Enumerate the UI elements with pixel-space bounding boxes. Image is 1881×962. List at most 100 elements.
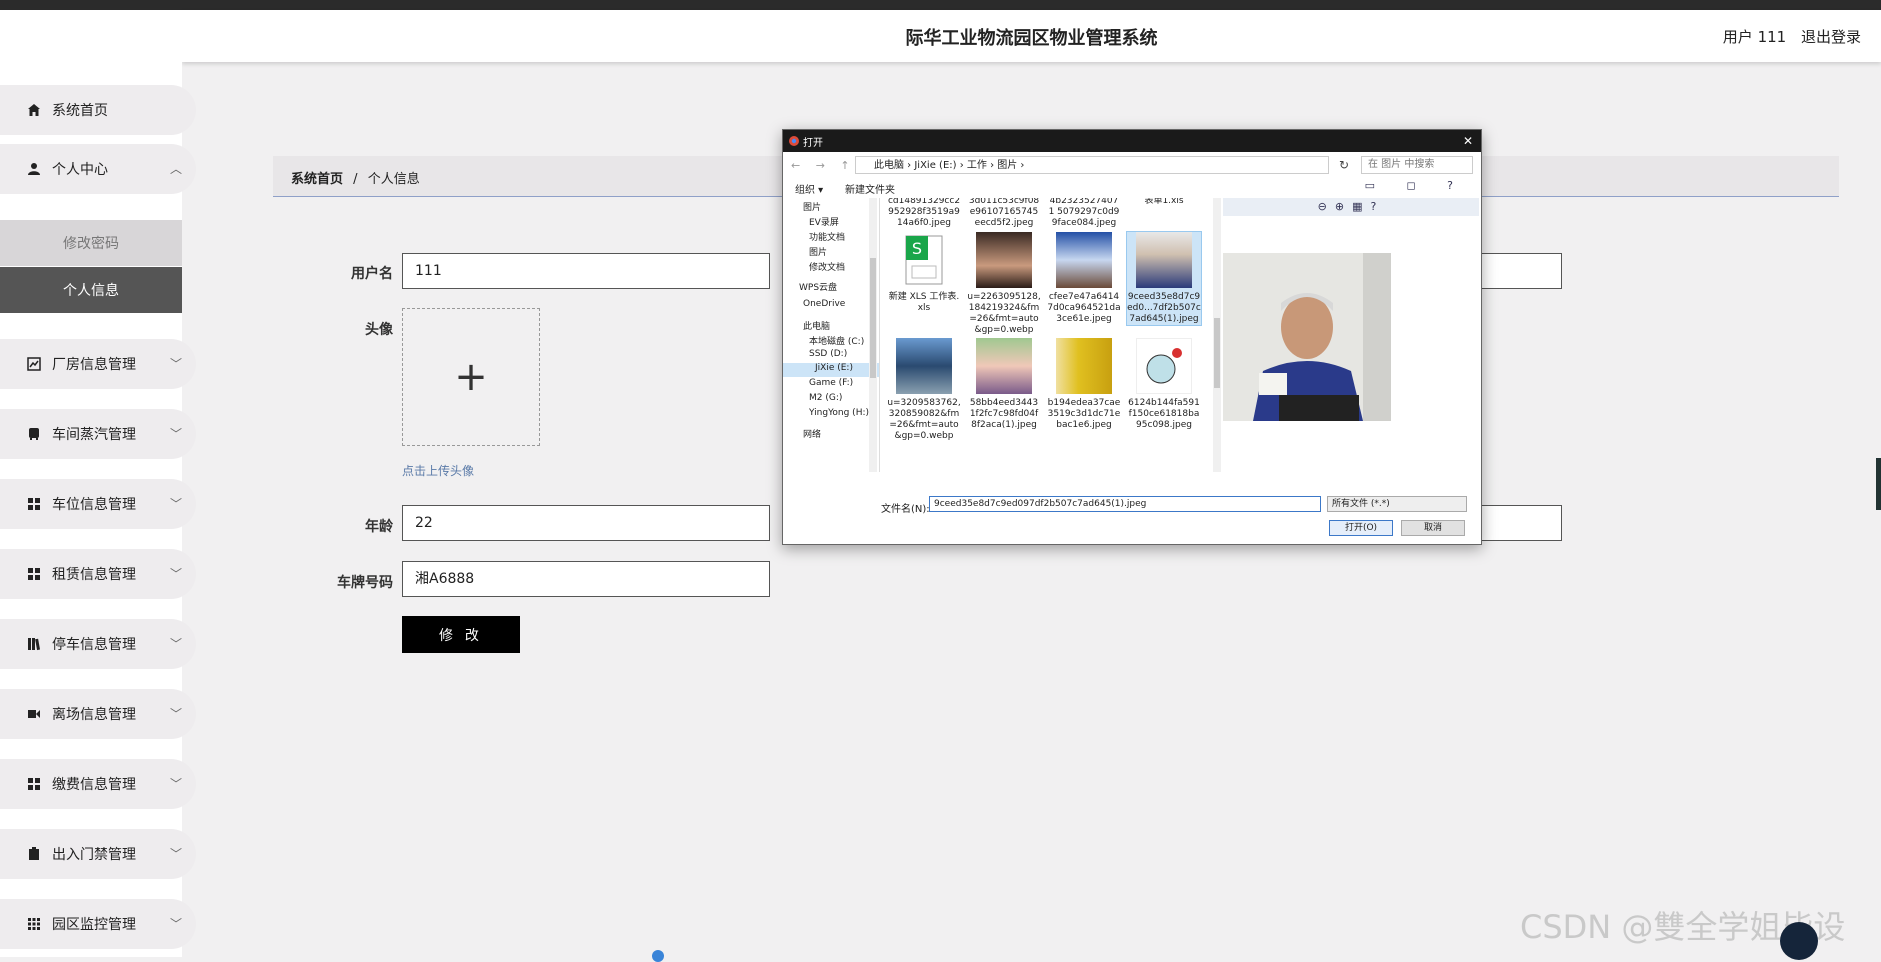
- sidebar-item-label: 厂房信息管理: [52, 357, 136, 373]
- sidebar-item-personal-center[interactable]: 个人中心 ︿: [0, 144, 196, 194]
- file-item[interactable]: u=3209583762,320859082&fm=26&fmt=auto&gp…: [887, 338, 961, 442]
- grid-icon: [26, 776, 42, 792]
- sidebar-item-lease[interactable]: 租赁信息管理 ﹀: [0, 549, 196, 599]
- chevron-down-icon: ﹀: [169, 707, 182, 721]
- sidebar-item-label: 车位信息管理: [52, 497, 136, 513]
- preview-toolbar-icons[interactable]: ⊖⊕▦?: [1223, 198, 1479, 216]
- sidebar-subitem-personal-info[interactable]: 个人信息: [0, 267, 182, 313]
- preview-pane: ⊖⊕▦?: [1223, 198, 1479, 472]
- right-input-partial[interactable]: [1478, 253, 1562, 289]
- sidebar-item-monitor[interactable]: 园区监控管理 ﹀: [0, 899, 196, 949]
- sidebar-item-parking[interactable]: 停车信息管理 ﹀: [0, 619, 196, 669]
- nav-item[interactable]: 修改文档: [809, 260, 845, 274]
- sidebar-subitem-change-password[interactable]: 修改密码: [0, 220, 182, 266]
- photo-thumbnail: [1136, 232, 1192, 288]
- sidebar-item-access[interactable]: 出入门禁管理 ﹀: [0, 829, 196, 879]
- nav-item[interactable]: WPS云盘: [799, 280, 837, 294]
- books-icon: [26, 636, 42, 652]
- upload-hint: 点击上传头像: [402, 464, 475, 478]
- file-item[interactable]: 3d011c53c9f08e96107165745eecd5f2.jpeg: [967, 198, 1041, 229]
- photo-thumbnail: [896, 338, 952, 394]
- file-item-selected[interactable]: 9ceed35e8d7c9ed0...7df2b507c7ad645(1).jp…: [1126, 231, 1202, 326]
- sidebar-item-label: 离场信息管理: [52, 707, 136, 723]
- avatar-upload[interactable]: +: [402, 308, 540, 446]
- sidebar-item-label: 系统首页: [52, 103, 108, 119]
- breadcrumb-home[interactable]: 系统首页: [291, 172, 343, 187]
- sidebar-item-label: 个人中心: [52, 162, 108, 178]
- sidebar-item-payment[interactable]: 缴费信息管理 ﹀: [0, 759, 196, 809]
- organize-button[interactable]: 组织 ▾: [795, 181, 823, 196]
- file-item[interactable]: 58bb4eed34431f2fc7c98fd04f8f2aca(1).jpeg: [967, 338, 1041, 431]
- plate-input[interactable]: 湘A6888: [402, 561, 770, 597]
- file-item[interactable]: cd14891329cc2952928f3519a914a6f0.jpeg: [887, 198, 961, 229]
- nav-scrollbar[interactable]: [869, 198, 877, 472]
- search-input[interactable]: 在 图片 中搜索: [1361, 156, 1473, 174]
- user-icon: [26, 161, 42, 177]
- nav-item[interactable]: 图片: [803, 200, 821, 214]
- chevron-down-icon: ﹀: [169, 637, 182, 651]
- cancel-button[interactable]: 取消: [1401, 520, 1465, 536]
- sidebar-item-home[interactable]: 系统首页: [0, 85, 196, 135]
- submit-button[interactable]: 修 改: [402, 616, 520, 653]
- open-button[interactable]: 打开(O): [1329, 520, 1393, 536]
- nav-item[interactable]: M2 (G:): [809, 393, 842, 407]
- navigation-pane: 图片 EV录屏 功能文档 图片 修改文档 WPS云盘 OneDrive 此电脑 …: [783, 198, 880, 472]
- dialog-toolbar: 组织 ▾ 新建文件夹 ▭ ◻ ?: [783, 178, 1481, 196]
- filename-label: 文件名(N):: [881, 504, 930, 515]
- photo-thumbnail: [1056, 232, 1112, 288]
- floating-avatar[interactable]: [1780, 922, 1818, 960]
- sidebar-item-departure[interactable]: 离场信息管理 ﹀: [0, 689, 196, 739]
- side-handle[interactable]: [1876, 458, 1881, 510]
- plate-label: 车牌号码: [337, 575, 393, 591]
- nav-item[interactable]: 网络: [803, 427, 821, 441]
- photo-thumbnail: [1136, 338, 1192, 394]
- file-item[interactable]: 4b23235274071 5079297c0d99face084.jpeg: [1047, 198, 1121, 229]
- nav-item[interactable]: 图片: [809, 245, 827, 259]
- sidebar-subitem-label: 个人信息: [63, 283, 119, 299]
- app-header: 际华工业物流园区物业管理系统 用户 111 退出登录: [182, 10, 1881, 62]
- refresh-icon[interactable]: ↻: [1339, 158, 1349, 172]
- search-placeholder: 在 图片 中搜索: [1368, 159, 1435, 170]
- sidebar-subitem-label: 修改密码: [63, 236, 119, 252]
- new-folder-button[interactable]: 新建文件夹: [845, 181, 895, 196]
- age-label: 年龄: [365, 519, 393, 535]
- logout-link[interactable]: 退出登录: [1801, 28, 1861, 46]
- filetype-select[interactable]: 所有文件 (*.*): [1327, 496, 1467, 512]
- file-list-scrollbar[interactable]: [1213, 198, 1221, 472]
- dialog-titlebar: 打开 ✕: [783, 130, 1481, 152]
- close-icon[interactable]: ✕: [1463, 134, 1473, 148]
- right-input-partial[interactable]: [1478, 505, 1562, 541]
- sidebar-item-steam[interactable]: 车间蒸汽管理 ﹀: [0, 409, 196, 459]
- nav-item[interactable]: SSD (D:): [809, 349, 847, 363]
- nav-item[interactable]: Game (F:): [809, 378, 853, 392]
- nav-item[interactable]: EV录屏: [809, 215, 839, 229]
- chevron-down-icon: ﹀: [169, 357, 182, 371]
- path-field[interactable]: 此电脑 › JiXie (E:) › 工作 › 图片 ›: [855, 156, 1329, 174]
- view-options-icon[interactable]: ▭ ◻ ?: [1365, 179, 1467, 192]
- file-item[interactable]: u=2263095128,184219324&fm=26&fmt=auto&gp…: [967, 232, 1041, 336]
- nav-arrows-icon[interactable]: ← → ↑: [791, 159, 856, 172]
- file-list: cd14891329cc2952928f3519a914a6f0.jpeg 3d…: [883, 198, 1213, 472]
- age-input[interactable]: 22: [402, 505, 770, 541]
- sidebar-item-parking-space[interactable]: 车位信息管理 ﹀: [0, 479, 196, 529]
- nav-item[interactable]: 本地磁盘 (C:): [809, 334, 864, 348]
- bus-icon: [26, 426, 42, 442]
- file-item[interactable]: S 新建 XLS 工作表.xls: [887, 232, 961, 314]
- username-input[interactable]: 111: [402, 253, 770, 289]
- file-item[interactable]: b194edea37cae3519c3d1dc71ebac1e6.jpeg: [1047, 338, 1121, 431]
- filename-input[interactable]: 9ceed35e8d7c9ed097df2b507c7ad645(1).jpeg: [929, 496, 1321, 512]
- nav-item[interactable]: 此电脑: [803, 319, 830, 333]
- file-item[interactable]: cfee7e47a64147d0ca964521da3ce61e.jpeg: [1047, 232, 1121, 325]
- nav-item[interactable]: OneDrive: [803, 299, 845, 313]
- nav-item[interactable]: 功能文档: [809, 230, 845, 244]
- chrome-icon: [789, 136, 799, 146]
- file-item[interactable]: 6124b144fa591f150ce61818ba95c098.jpeg: [1127, 338, 1201, 431]
- file-item[interactable]: 表单1.xls: [1127, 198, 1201, 207]
- xls-file-icon: S: [896, 232, 952, 288]
- loading-dot: [652, 950, 664, 962]
- preview-image: [1223, 253, 1391, 421]
- nav-item[interactable]: YingYong (H:): [809, 408, 869, 422]
- nav-item-selected[interactable]: JiXie (E:): [783, 363, 879, 377]
- sidebar-item-factory[interactable]: 厂房信息管理 ﹀: [0, 339, 196, 389]
- sidebar-item-label: 出入门禁管理: [52, 847, 136, 863]
